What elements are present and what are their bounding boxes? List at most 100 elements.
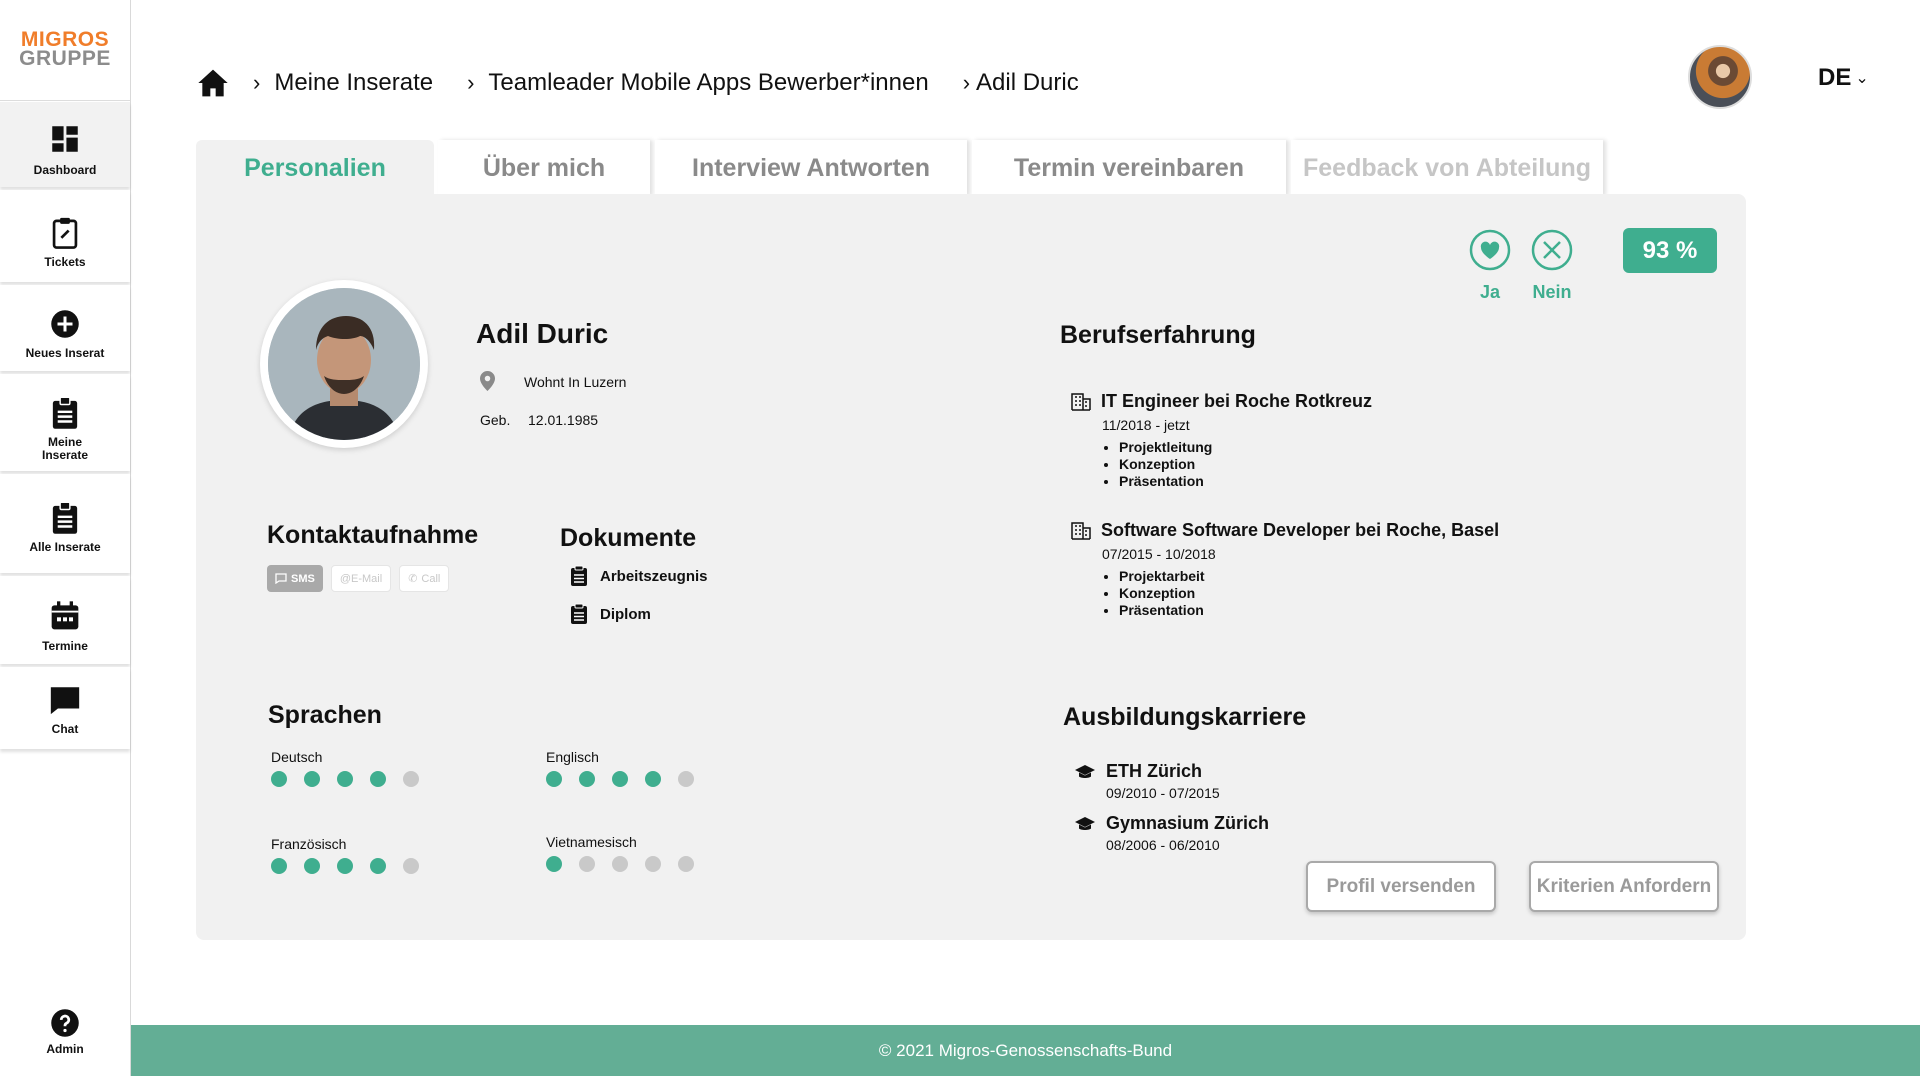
job-period: 07/2015 - 10/2018	[1102, 546, 1216, 562]
language-skill: Vietnamesisch	[546, 834, 694, 872]
skill-dots	[546, 771, 694, 787]
plus-circle-icon	[51, 310, 79, 338]
tab-personalien[interactable]: Personalien	[196, 140, 434, 196]
education-entry: ETH Zürich 09/2010 - 07/2015	[1074, 761, 1220, 801]
job-entry: IT Engineer bei Roche Rotkreuz 11/2018 -…	[1071, 391, 1372, 490]
dashboard-icon	[52, 126, 78, 152]
language-selector[interactable]: DE ⌄	[1818, 64, 1869, 92]
job-task: Projektarbeit	[1119, 568, 1499, 585]
job-task: Präsentation	[1119, 602, 1499, 619]
reject-button[interactable]: Nein	[1531, 229, 1573, 303]
job-task: Konzeption	[1119, 456, 1372, 473]
ticket-icon	[52, 217, 78, 249]
sms-button[interactable]: SMS	[267, 565, 323, 592]
request-criteria-button[interactable]: Kriterien Anfordern	[1529, 861, 1719, 912]
skill-dot-filled	[579, 771, 595, 787]
job-task: Präsentation	[1119, 473, 1372, 490]
sidebar-item-all-listings[interactable]: Alle Inserate	[0, 474, 130, 573]
calendar-icon	[51, 601, 79, 630]
school-name: ETH Zürich	[1106, 761, 1203, 781]
email-button[interactable]: @E-Mail	[330, 565, 392, 592]
reject-label: Nein	[1532, 282, 1572, 302]
sidebar-item-label: Meine Inserate	[41, 435, 89, 462]
skill-dot-empty	[579, 856, 595, 872]
call-button[interactable]: ✆ Call	[399, 565, 450, 592]
language-name: Vietnamesisch	[546, 834, 637, 850]
breadcrumb-listing[interactable]: Teamleader Mobile Apps Bewerber*innen	[488, 69, 928, 97]
footer-copyright: © 2021 Migros-Genossenschafts-Bund	[878, 1040, 1173, 1060]
document-label: Arbeitszeugnis	[600, 567, 708, 585]
skill-dots	[271, 771, 419, 787]
candidate-name: Adil Duric	[476, 318, 609, 349]
language-name: Deutsch	[271, 749, 323, 765]
school-name: Gymnasium Zürich	[1106, 813, 1270, 833]
match-score-badge: 93 %	[1623, 228, 1717, 273]
contact-title: Kontaktaufnahme	[267, 521, 479, 549]
candidate-photo	[260, 280, 428, 448]
chevron-right-icon: ›	[253, 70, 261, 95]
heart-circle-icon	[1469, 229, 1511, 271]
sidebar-item-new-listing[interactable]: Neues Inserat	[0, 285, 130, 371]
education-entry: Gymnasium Zürich 08/2006 - 06/2010	[1074, 813, 1269, 853]
language-label: DE	[1818, 64, 1852, 91]
languages-title: Sprachen	[268, 701, 382, 729]
sidebar-item-tickets[interactable]: Tickets	[0, 190, 130, 282]
language-name: Englisch	[546, 749, 599, 765]
close-circle-icon	[1531, 229, 1573, 271]
sidebar-item-label: Neues Inserat	[25, 346, 105, 360]
skill-dot-filled	[337, 771, 353, 787]
tab-about-me[interactable]: Über mich	[438, 140, 650, 196]
tab-schedule-appointment[interactable]: Termin vereinbaren	[972, 140, 1286, 196]
sidebar-item-chat[interactable]: Chat	[0, 667, 130, 749]
job-task: Konzeption	[1119, 585, 1499, 602]
breadcrumb: › Meine Inserate › Teamleader Mobile App…	[197, 65, 1079, 101]
sms-label: SMS	[291, 572, 315, 585]
birth-label: Geb.	[480, 412, 511, 428]
location-pin-icon	[480, 371, 495, 391]
graduation-cap-icon	[1075, 764, 1095, 778]
skill-dot-empty	[612, 856, 628, 872]
user-avatar[interactable]	[1688, 45, 1752, 109]
skill-dot-filled	[645, 771, 661, 787]
skill-dot-filled	[546, 771, 562, 787]
breadcrumb-my-listings[interactable]: Meine Inserate	[274, 69, 433, 97]
skill-dots	[546, 856, 694, 872]
tab-interview-answers[interactable]: Interview Antworten	[655, 140, 967, 196]
document-item[interactable]: Arbeitszeugnis	[570, 565, 708, 587]
accept-button[interactable]: Ja	[1469, 229, 1511, 303]
skill-dot-filled	[546, 856, 562, 872]
skill-dot-empty	[403, 771, 419, 787]
migros-logo[interactable]: MIGROS GRUPPE	[0, 0, 130, 101]
skill-dots	[271, 858, 419, 874]
sidebar-item-label: Alle Inserate	[29, 540, 101, 554]
skill-dot-filled	[271, 858, 287, 874]
skill-dot-filled	[370, 771, 386, 787]
sidebar-item-my-listings[interactable]: Meine Inserate	[0, 374, 130, 471]
experience-title: Berufserfahrung	[1060, 321, 1256, 349]
documents-title: Dokumente	[560, 524, 697, 552]
sidebar-item-appointments[interactable]: Termine	[0, 576, 130, 664]
breadcrumb-candidate: Adil Duric	[976, 69, 1079, 96]
sidebar-item-dashboard[interactable]: Dashboard	[0, 102, 130, 187]
job-entry: Software Software Developer bei Roche, B…	[1071, 520, 1499, 619]
skill-dot-filled	[304, 771, 320, 787]
chevron-right-icon: ›	[962, 70, 971, 95]
job-task: Projektleitung	[1119, 439, 1372, 456]
phone-icon: ✆	[408, 573, 418, 585]
tab-department-feedback: Feedback von Abteilung	[1291, 140, 1603, 196]
skill-dot-filled	[370, 858, 386, 874]
candidate-location: Wohnt In Luzern	[524, 374, 627, 390]
contact-options: SMS @E-Mail ✆ Call	[267, 565, 450, 592]
job-period: 11/2018 - jetzt	[1102, 417, 1190, 433]
birth-date: 12.01.1985	[528, 412, 599, 428]
graduation-cap-icon	[1075, 816, 1095, 830]
document-item[interactable]: Diplom	[570, 603, 651, 625]
sidebar-item-label: Chat	[51, 722, 79, 736]
sidebar-item-label: Admin	[46, 1042, 84, 1056]
sidebar-item-admin[interactable]: Admin	[0, 1008, 130, 1068]
home-icon[interactable]	[197, 68, 229, 98]
send-profile-button[interactable]: Profil versenden	[1306, 861, 1496, 912]
education-title: Ausbildungskarriere	[1063, 703, 1307, 731]
skill-dot-filled	[304, 858, 320, 874]
email-label: @E-Mail	[339, 572, 383, 585]
